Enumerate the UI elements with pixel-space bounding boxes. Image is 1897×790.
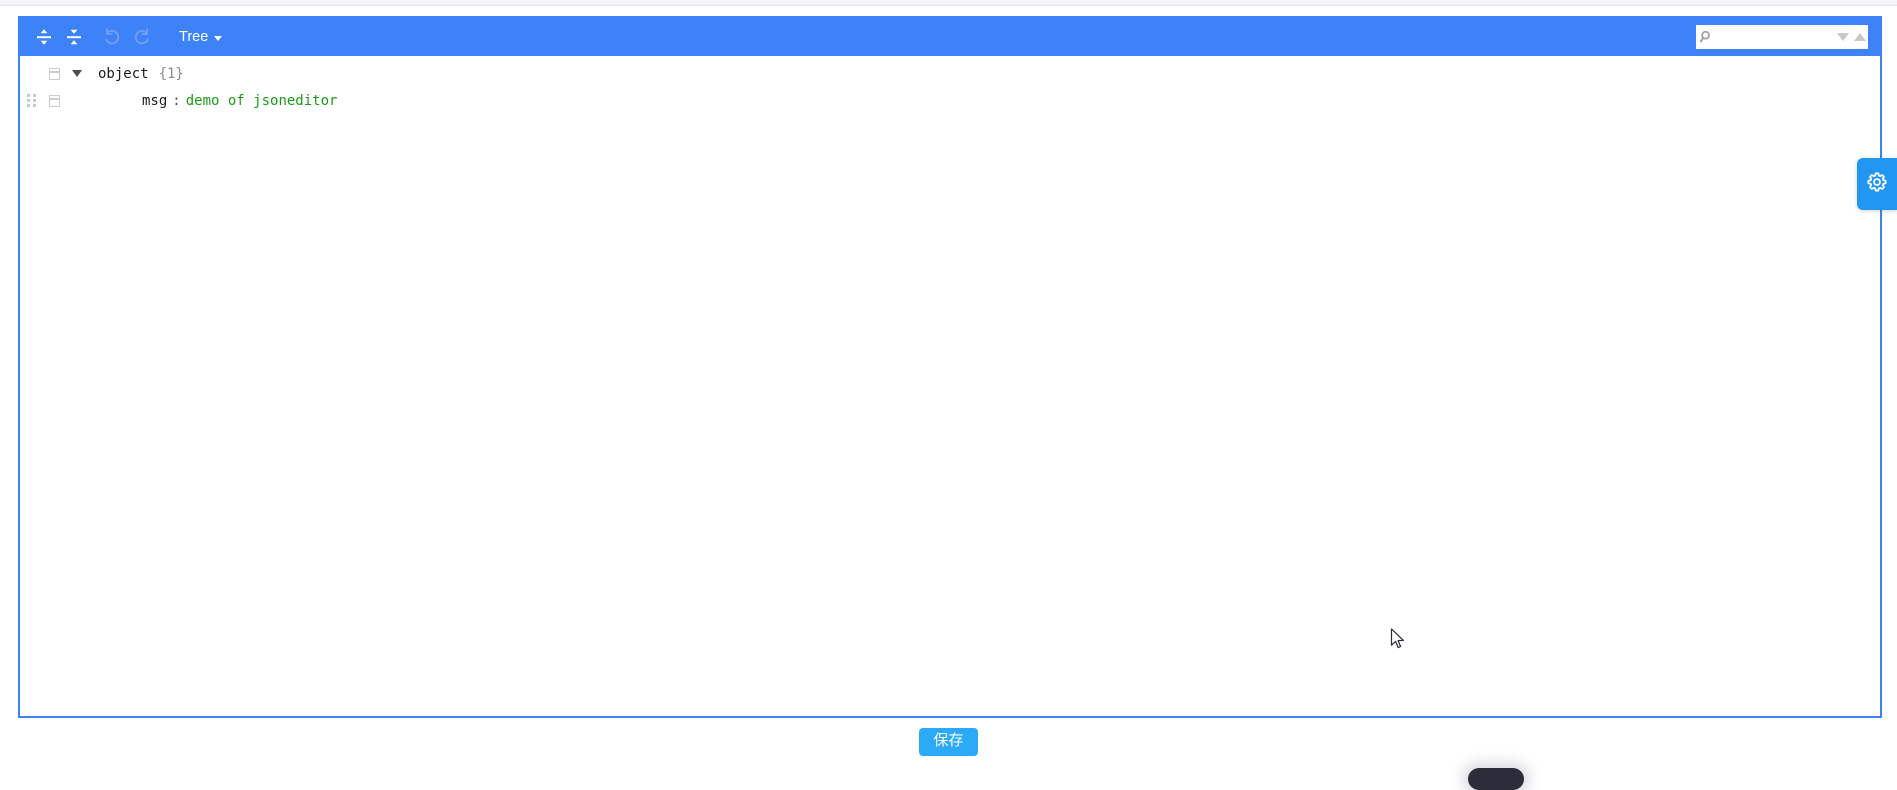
search-icon: [1696, 30, 1718, 44]
search-box[interactable]: [1696, 25, 1868, 49]
drag-handle-placeholder: [20, 60, 42, 87]
context-menu-icon[interactable]: [42, 87, 66, 114]
redo-icon[interactable]: [128, 23, 156, 51]
table-row[interactable]: object {1}: [20, 60, 1880, 87]
tree-field-value[interactable]: demo of jsoneditor: [186, 93, 338, 109]
bottom-floating-widget[interactable]: [1468, 768, 1524, 790]
expand-toggle-placeholder: [66, 87, 88, 114]
expand-toggle-icon[interactable]: [66, 60, 88, 87]
collapse-all-icon[interactable]: [60, 23, 88, 51]
tree-node-count: {1}: [158, 65, 184, 82]
json-tree[interactable]: object {1} msg : demo of jsoneditor: [20, 56, 1880, 716]
settings-tab-button[interactable]: [1857, 158, 1897, 210]
tree-field-name[interactable]: msg: [140, 93, 167, 109]
expand-all-icon[interactable]: [30, 23, 58, 51]
tree-field-name[interactable]: object: [96, 66, 149, 82]
drag-handle-icon[interactable]: [20, 87, 42, 114]
search-next-icon[interactable]: [1834, 27, 1851, 47]
save-button[interactable]: 保存: [919, 728, 978, 756]
mode-switch-label: Tree: [179, 29, 209, 45]
table-row[interactable]: msg : demo of jsoneditor: [20, 87, 1880, 114]
search-input[interactable]: [1718, 26, 1834, 48]
undo-icon[interactable]: [98, 23, 126, 51]
chevron-down-icon: [214, 35, 223, 41]
page-top-strip: [0, 0, 1897, 6]
gear-icon: [1866, 171, 1888, 198]
editor-toolbar: Tree: [20, 18, 1880, 56]
context-menu-icon[interactable]: [42, 60, 66, 87]
json-editor: Tree object {1} msg: demo of jsoneditor: [18, 16, 1882, 718]
tree-separator: :: [172, 92, 181, 109]
search-previous-icon[interactable]: [1851, 27, 1868, 47]
mode-switch-button[interactable]: Tree: [175, 23, 226, 51]
footer-bar: 保存: [0, 728, 1897, 756]
